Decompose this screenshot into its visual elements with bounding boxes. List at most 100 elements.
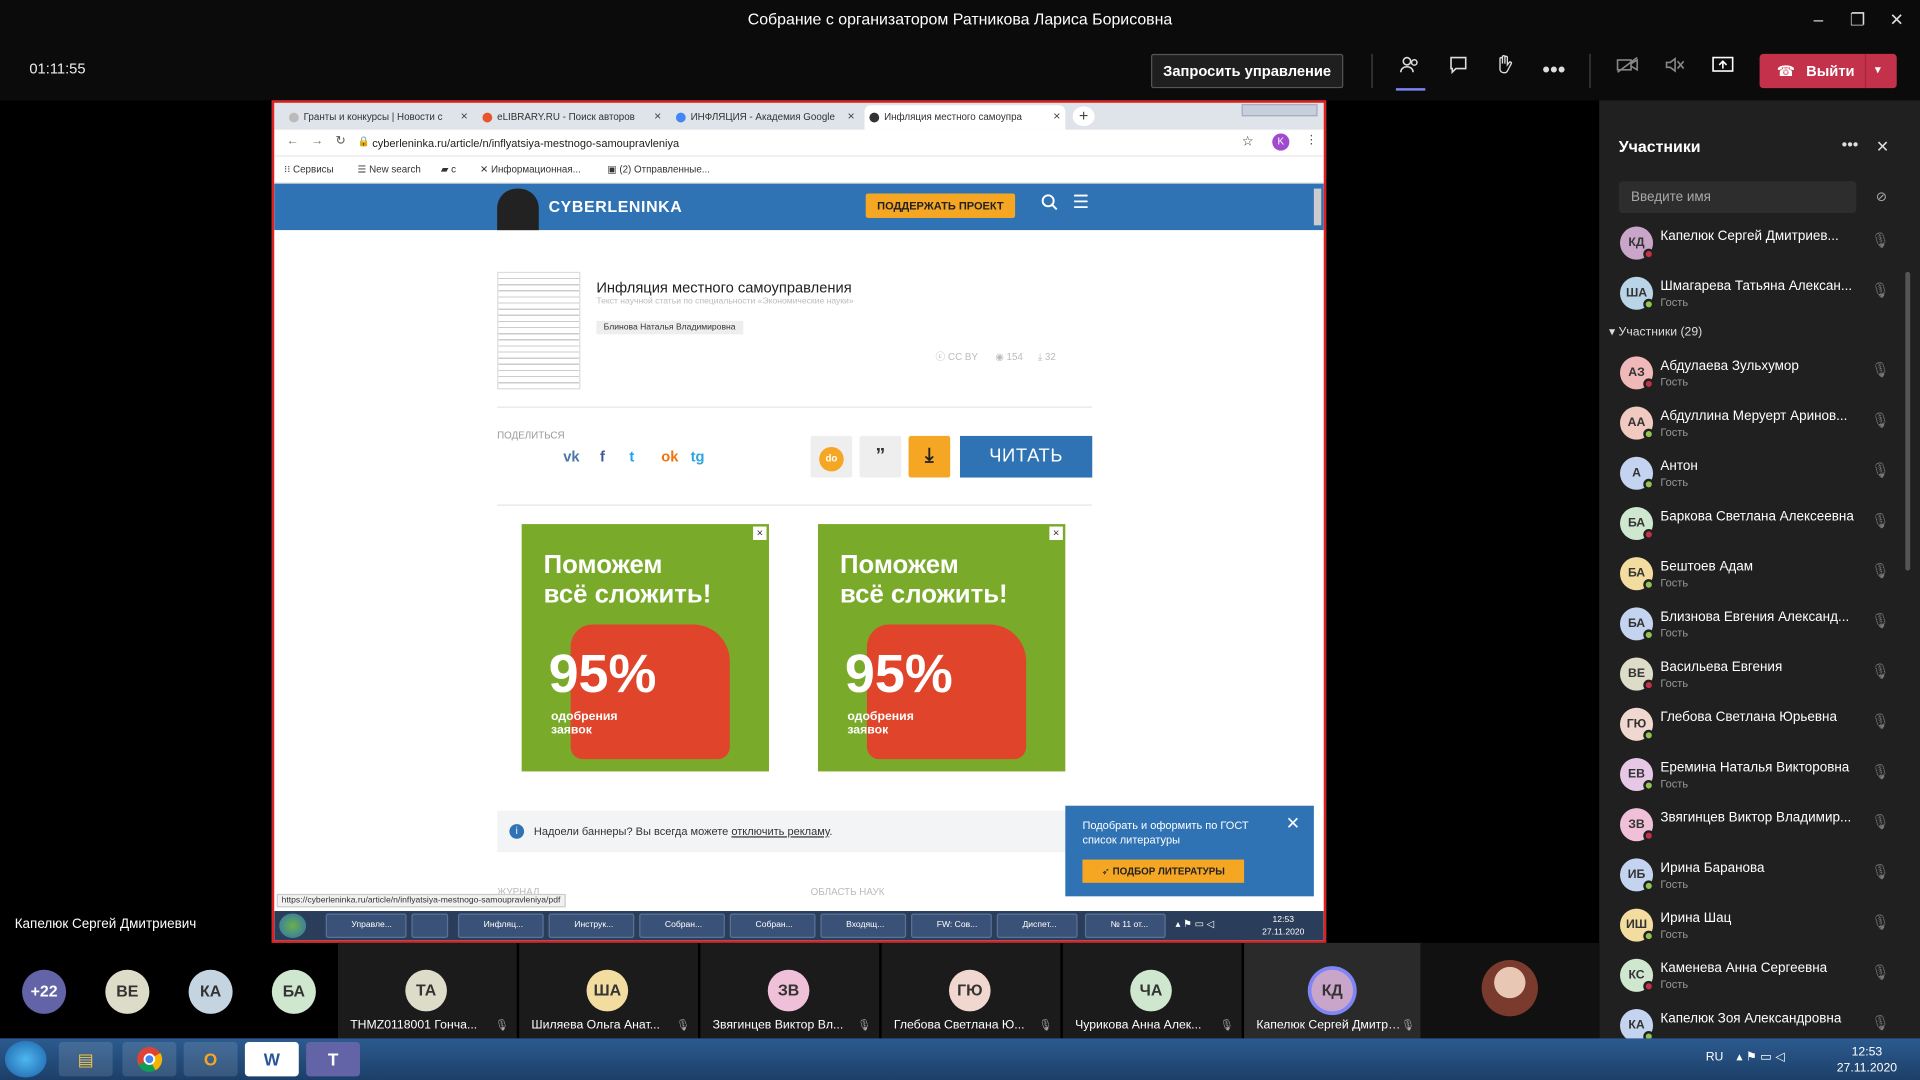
forward-icon[interactable]: → xyxy=(311,135,323,148)
mic-muted-icon[interactable]: 🎙 xyxy=(1871,361,1890,378)
close-window-button[interactable]: ✕ xyxy=(1876,0,1918,39)
participant-row[interactable]: АЗ Абдулаева Зульхумор Гость 🎙 xyxy=(1599,348,1920,398)
search-icon[interactable] xyxy=(1041,193,1058,214)
cite-button[interactable]: ” xyxy=(859,435,902,478)
language-indicator[interactable]: RU xyxy=(1706,1051,1724,1064)
mic-muted-icon[interactable]: 🎙 xyxy=(1871,411,1890,428)
browser-tab-active[interactable]: Инфляция местного самоупра × xyxy=(864,105,1066,130)
gallery-avatar[interactable]: БА xyxy=(271,969,316,1014)
mic-muted-icon[interactable]: 🎙 xyxy=(1871,913,1890,930)
support-project-button[interactable]: ПОДДЕРЖАТЬ ПРОЕКТ xyxy=(865,193,1016,218)
participant-row[interactable]: КС Каменева Анна Сергеевна Гость 🎙 xyxy=(1599,950,1920,1000)
chrome-icon[interactable] xyxy=(122,1042,177,1077)
video-tile[interactable]: ША Шиляева Ольга Анат... 🎙 xyxy=(519,942,698,1039)
browser-menu-icon[interactable]: ⋮ xyxy=(1305,133,1317,146)
new-tab-button[interactable]: + xyxy=(1072,106,1095,127)
participant-row[interactable]: ИШ Ирина Шац Гость 🎙 xyxy=(1599,900,1920,950)
start-orb-icon[interactable] xyxy=(279,913,307,938)
tab-close-icon[interactable]: × xyxy=(1053,105,1060,129)
doi-button[interactable]: do xyxy=(810,435,853,478)
participant-row[interactable]: КД Капелюк Сергей Дмитриев... 🎙 xyxy=(1599,218,1920,268)
windows-start-icon[interactable] xyxy=(4,1040,47,1078)
video-tile[interactable]: ТА THMZ0118001 Гонча... 🎙 xyxy=(337,942,517,1039)
people-icon[interactable] xyxy=(1391,54,1428,86)
leave-button[interactable]: ☎ Выйти ▾ xyxy=(1759,53,1897,89)
more-options-icon[interactable]: ••• xyxy=(1842,135,1859,153)
bookmark-info[interactable]: ✕ Информационная... xyxy=(480,164,581,175)
mic-muted-icon[interactable]: 🎙 xyxy=(1871,863,1890,880)
remote-task[interactable]: Собран... xyxy=(729,913,816,938)
participant-row[interactable]: ЗВ Звягинцев Виктор Владимир... 🎙 xyxy=(1599,800,1920,850)
share-screen-icon[interactable] xyxy=(1704,54,1741,86)
page-scrollbar[interactable] xyxy=(1313,188,1322,226)
minimize-button[interactable]: – xyxy=(1798,0,1840,39)
participant-row[interactable]: ЕВ Еремина Наталья Викторовна Гость 🎙 xyxy=(1599,749,1920,799)
literature-button[interactable]: ➶ ПОДБОР ЛИТЕРАТУРЫ xyxy=(1082,859,1245,883)
disable-ads-link[interactable]: отключить рекламу xyxy=(731,825,829,837)
request-control-button[interactable]: Запросить управление xyxy=(1151,53,1344,89)
remote-task[interactable]: Инфляц... xyxy=(457,913,544,938)
gallery-avatar[interactable]: КА xyxy=(188,969,233,1014)
more-participants-badge[interactable]: +22 xyxy=(22,969,67,1014)
panel-scrollbar[interactable] xyxy=(1905,271,1911,571)
participant-row[interactable]: ИБ Ирина Баранова Гость 🎙 xyxy=(1599,850,1920,900)
group-label[interactable]: ▾ Участники (29) xyxy=(1609,326,1702,339)
back-icon[interactable]: ← xyxy=(287,135,299,148)
profile-avatar[interactable]: K xyxy=(1272,133,1290,151)
facebook-icon[interactable]: f xyxy=(600,448,605,465)
close-panel-icon[interactable]: ✕ xyxy=(1876,137,1889,157)
mic-muted-icon[interactable]: 🎙 xyxy=(1871,462,1890,479)
mic-muted-icon[interactable]: 🎙 xyxy=(1871,713,1890,730)
bookmark-sent[interactable]: ▣ (2) Отправленные... xyxy=(607,164,710,175)
remote-task[interactable] xyxy=(411,913,449,938)
article-thumbnail[interactable] xyxy=(497,271,581,390)
odnoklassniki-icon[interactable]: ok xyxy=(661,448,678,465)
author-tag[interactable]: Блинова Наталья Владимировна xyxy=(596,320,743,335)
remote-task[interactable]: Инструк... xyxy=(548,913,635,938)
mic-muted-icon[interactable]: 🎙 xyxy=(1871,662,1890,679)
close-icon[interactable]: ✕ xyxy=(1286,813,1300,834)
reload-icon[interactable]: ↻ xyxy=(336,135,346,148)
self-video-tile[interactable] xyxy=(1420,942,1600,1039)
word-icon[interactable]: W xyxy=(244,1042,299,1077)
ad-banner[interactable]: Поможем всё сложить! 95% одобрения заявок … xyxy=(521,524,769,772)
chevron-down-icon[interactable]: ▾ xyxy=(1875,54,1881,88)
explorer-icon[interactable]: ▤ xyxy=(58,1042,113,1077)
download-button[interactable]: ⤓ xyxy=(908,435,951,478)
ad-close-icon[interactable]: × xyxy=(1049,526,1063,541)
video-tile[interactable]: ГЮ Глебова Светлана Ю... 🎙 xyxy=(881,942,1061,1039)
maximize-button[interactable]: ❐ xyxy=(1837,0,1879,39)
browser-tab[interactable]: eLIBRARY.RU - Поиск авторов × xyxy=(478,105,667,129)
bookmark-apps[interactable]: ⁝⁝ Сервисы xyxy=(284,164,334,175)
remote-task[interactable]: Диспет... xyxy=(996,913,1078,938)
tab-close-icon[interactable]: × xyxy=(848,105,855,129)
chat-icon[interactable] xyxy=(1440,54,1477,86)
tab-close-icon[interactable]: × xyxy=(654,105,661,129)
bookmark-c[interactable]: ▰ с xyxy=(441,164,456,175)
mic-off-icon[interactable] xyxy=(1656,54,1693,86)
participant-row[interactable]: ША Шмагарева Татьяна Алексан... Гость 🎙 xyxy=(1599,268,1920,318)
mic-muted-icon[interactable]: 🎙 xyxy=(1871,282,1890,299)
vk-icon[interactable]: vk xyxy=(563,448,579,465)
telegram-icon[interactable]: tg xyxy=(691,448,705,465)
mic-muted-icon[interactable]: 🎙 xyxy=(1871,964,1890,981)
participant-row[interactable]: А Антон Гость 🎙 xyxy=(1599,448,1920,498)
site-logo[interactable]: CYBERLENINKA xyxy=(549,197,683,215)
tray-icons[interactable]: ▴ ⚑ ▭ ◁ xyxy=(1176,918,1215,929)
link-icon[interactable]: ⊘ xyxy=(1876,189,1887,205)
ad-banner[interactable]: Поможем всё сложить! 95% одобрения заявок … xyxy=(817,524,1066,772)
remote-task[interactable]: № 11 от... xyxy=(1084,913,1166,938)
mic-muted-icon[interactable]: 🎙 xyxy=(1871,813,1890,830)
chevron-down-icon[interactable]: ▾ xyxy=(1609,326,1619,339)
star-icon[interactable]: ☆ xyxy=(1242,133,1254,150)
video-tile[interactable]: КД Капелюк Сергей Дмитри... 🎙 xyxy=(1244,942,1423,1039)
ad-close-icon[interactable]: × xyxy=(753,526,767,541)
twitter-icon[interactable]: t xyxy=(629,448,634,465)
raise-hand-icon[interactable] xyxy=(1487,54,1524,86)
participant-row[interactable]: БА Баркова Светлана Алексеевна 🎙 xyxy=(1599,498,1920,548)
video-tile[interactable]: ЗВ Звягинцев Виктор Вл... 🎙 xyxy=(700,942,880,1039)
mic-icon[interactable]: 🎙 xyxy=(1871,231,1890,248)
participant-row[interactable]: БА Близнова Евгения Александ... Гость 🎙 xyxy=(1599,599,1920,649)
browser-tab[interactable]: Гранты и конкурсы | Новости с × xyxy=(284,105,473,129)
video-tile[interactable]: ЧА Чурикова Анна Алек... 🎙 xyxy=(1062,942,1242,1039)
